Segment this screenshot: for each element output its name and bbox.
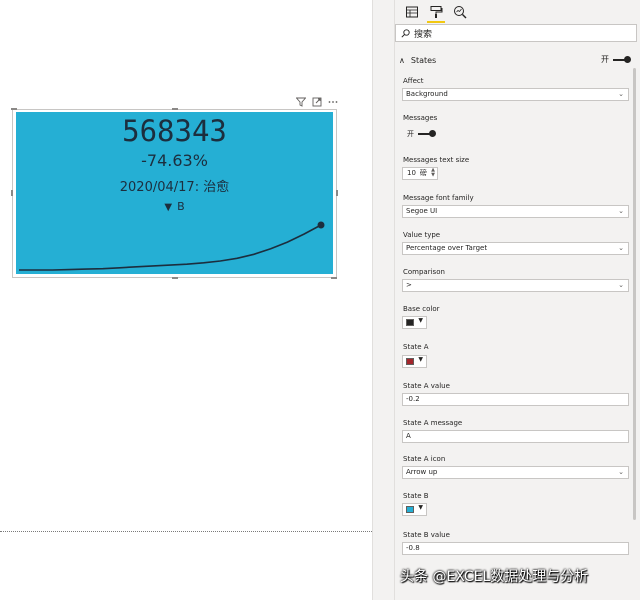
filter-icon[interactable] bbox=[296, 97, 306, 107]
page-boundary-line bbox=[0, 531, 372, 532]
font-family-value: Segoe UI bbox=[406, 207, 438, 215]
value-type-dropdown[interactable]: Percentage over Target ⌄ bbox=[402, 242, 629, 255]
text-size-unit: 磅 bbox=[419, 169, 427, 177]
base-color-label: Base color bbox=[403, 305, 440, 313]
more-options-icon[interactable] bbox=[328, 97, 338, 107]
sparkline-trend-line bbox=[19, 224, 322, 271]
base-color-swatch bbox=[406, 319, 414, 326]
chevron-down-icon: ⌄ bbox=[618, 207, 624, 215]
messages-text-size-stepper[interactable]: 10 磅 ▲ ▼ bbox=[402, 167, 438, 180]
chevron-down-icon: ⌄ bbox=[618, 468, 624, 476]
chevron-down-icon: ⌄ bbox=[618, 281, 624, 289]
chevron-up-icon: ∧ bbox=[399, 55, 405, 65]
state-a-message-label: State A message bbox=[403, 419, 463, 427]
messages-label: Messages bbox=[403, 114, 438, 122]
comparison-value: > bbox=[406, 281, 412, 289]
state-a-color-swatch bbox=[406, 358, 414, 365]
visual-header bbox=[290, 95, 338, 109]
messages-toggle[interactable]: 开 bbox=[407, 129, 436, 139]
chevron-down-icon: ⌄ bbox=[618, 90, 624, 98]
kpi-sparkline bbox=[19, 221, 325, 271]
caret-down-icon: ▼ bbox=[418, 356, 423, 363]
text-size-value: 10 bbox=[407, 169, 416, 177]
toggle-switch-icon bbox=[418, 129, 436, 139]
focus-mode-icon[interactable] bbox=[312, 97, 322, 107]
comparison-label: Comparison bbox=[403, 268, 445, 276]
affect-label: Affect bbox=[403, 77, 424, 85]
state-a-value-input[interactable]: -0.2 bbox=[402, 393, 629, 406]
pane-tabs bbox=[403, 3, 469, 23]
state-a-icon-value: Arrow up bbox=[406, 468, 438, 476]
format-pane: 搜索 ∧ States 开 Affect Background ⌄ Messag… bbox=[394, 0, 640, 600]
resize-handle-right[interactable] bbox=[336, 190, 338, 196]
toggle-switch-icon bbox=[613, 55, 631, 65]
state-b-label: State B bbox=[403, 492, 429, 500]
messages-toggle-label: 开 bbox=[407, 130, 414, 138]
state-b-color-picker[interactable]: ▼ bbox=[402, 503, 427, 516]
message-font-family-dropdown[interactable]: Segoe UI ⌄ bbox=[402, 205, 629, 218]
pane-scrollbar[interactable] bbox=[633, 68, 636, 520]
states-toggle[interactable]: 开 bbox=[601, 54, 631, 65]
report-canvas: 568343 -74.63% 2020/04/17: 治愈 ▼ B bbox=[0, 0, 372, 600]
caret-down-icon: ▼ bbox=[418, 317, 423, 324]
resize-handle-corner-tl[interactable] bbox=[11, 108, 17, 110]
comparison-dropdown[interactable]: > ⌄ bbox=[402, 279, 629, 292]
pane-divider bbox=[372, 0, 394, 600]
section-title: States bbox=[410, 55, 437, 65]
state-a-color-picker[interactable]: ▼ bbox=[402, 355, 427, 368]
message-font-family-label: Message font family bbox=[403, 194, 474, 202]
state-a-icon-label: State A icon bbox=[403, 455, 446, 463]
state-a-message-input[interactable]: A bbox=[402, 430, 629, 443]
state-b-value-label: State B value bbox=[403, 531, 450, 539]
state-b-value-input[interactable]: -0.8 bbox=[402, 542, 629, 555]
sparkline-end-point bbox=[317, 221, 325, 229]
value-type-value: Percentage over Target bbox=[406, 244, 488, 252]
kpi-card[interactable]: 568343 -74.63% 2020/04/17: 治愈 ▼ B bbox=[16, 112, 333, 274]
affect-value: Background bbox=[406, 90, 448, 98]
search-icon bbox=[401, 28, 410, 38]
stepper-arrows-icon[interactable]: ▲ ▼ bbox=[431, 168, 435, 178]
base-color-picker[interactable]: ▼ bbox=[402, 316, 427, 329]
format-paint-icon[interactable] bbox=[427, 3, 445, 23]
states-toggle-label: 开 bbox=[601, 55, 609, 64]
state-a-value-label: State A value bbox=[403, 382, 450, 390]
search-placeholder: 搜索 bbox=[414, 29, 433, 40]
state-a-icon-dropdown[interactable]: Arrow up ⌄ bbox=[402, 466, 629, 479]
watermark-text: 头条 @EXCEL数据处理与分析 bbox=[400, 569, 589, 585]
state-a-label: State A bbox=[403, 343, 429, 351]
chevron-down-icon: ⌄ bbox=[618, 244, 624, 252]
search-input[interactable]: 搜索 bbox=[395, 24, 637, 42]
resize-handle-top[interactable] bbox=[172, 108, 178, 110]
value-type-label: Value type bbox=[403, 231, 441, 239]
resize-handle-corner-br[interactable] bbox=[331, 277, 337, 279]
states-section-header[interactable]: ∧ States 开 bbox=[395, 50, 637, 70]
analytics-icon[interactable] bbox=[451, 3, 469, 21]
caret-down-icon: ▼ bbox=[418, 504, 423, 511]
affect-dropdown[interactable]: Background ⌄ bbox=[402, 88, 629, 101]
fields-icon[interactable] bbox=[403, 3, 421, 21]
resize-handle-left[interactable] bbox=[11, 190, 13, 196]
state-b-color-swatch bbox=[406, 506, 414, 513]
resize-handle-bottom[interactable] bbox=[172, 277, 178, 279]
messages-text-size-label: Messages text size bbox=[403, 156, 470, 164]
